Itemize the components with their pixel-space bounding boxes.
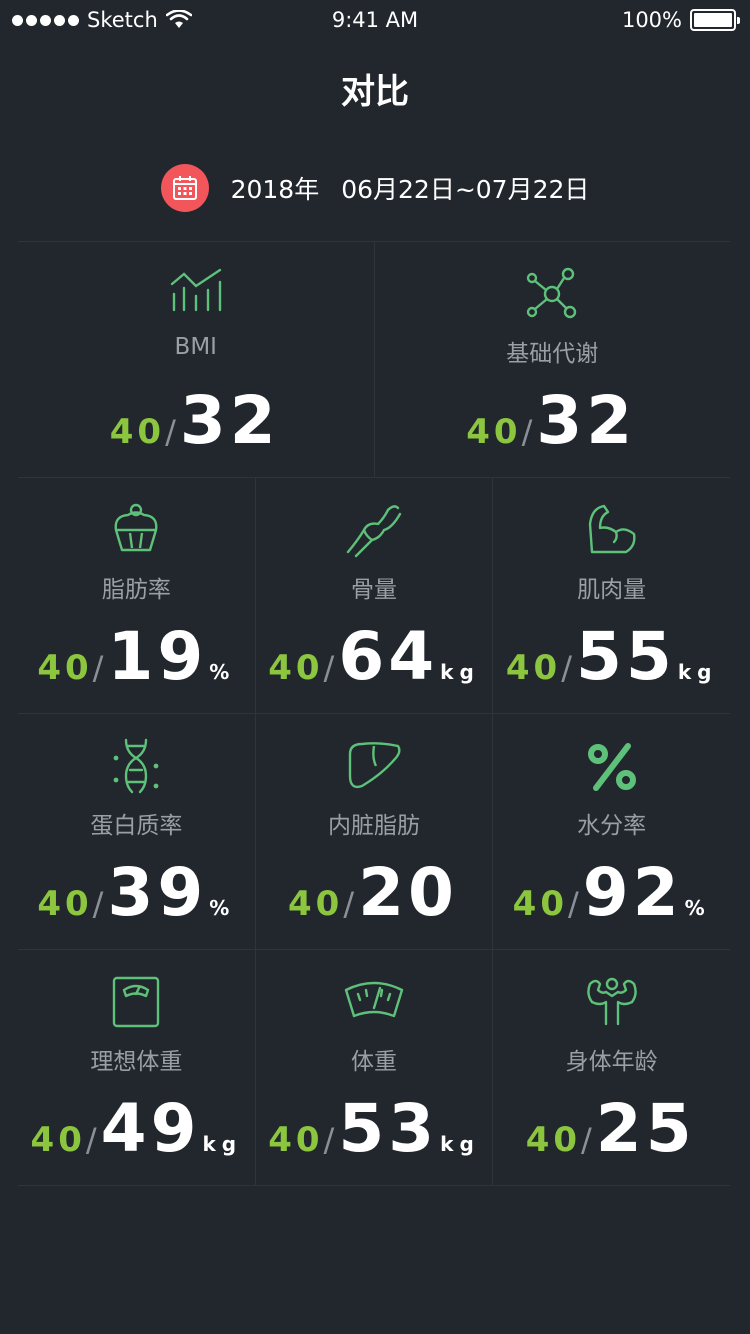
metric-base: 40 bbox=[30, 1120, 86, 1160]
metric-card-bone-mass[interactable]: 骨量 40/64 kg bbox=[256, 478, 494, 713]
bodybuilder-icon bbox=[586, 977, 637, 1026]
slash: / bbox=[92, 649, 104, 687]
metric-main: 92 bbox=[582, 854, 683, 931]
date-text: 2018年 06月22日~07月22日 bbox=[231, 170, 590, 206]
metric-base: 40 bbox=[505, 648, 562, 688]
slash: / bbox=[581, 1121, 592, 1159]
metric-label: 内脏脂肪 bbox=[328, 813, 420, 839]
metric-card-bmr[interactable]: 基础代谢 40/32 bbox=[375, 242, 731, 477]
metric-value: 40/64 kg bbox=[256, 618, 493, 695]
metric-main: 32 bbox=[536, 382, 637, 459]
date-range-row[interactable]: 2018年 06月22日~07月22日 bbox=[0, 164, 750, 212]
slash: / bbox=[521, 413, 533, 451]
metric-unit: % bbox=[209, 660, 236, 684]
page-title: 对比 bbox=[341, 72, 409, 112]
slash: / bbox=[323, 649, 335, 687]
metric-label: BMI bbox=[174, 334, 217, 360]
metric-card-weight[interactable]: 体重 40/53 kg bbox=[256, 950, 494, 1185]
metric-label: 肌肉量 bbox=[577, 577, 647, 603]
metric-base: 40 bbox=[37, 884, 93, 924]
metric-card-body-age[interactable]: 身体年龄 40/25 bbox=[493, 950, 730, 1185]
metric-base: 40 bbox=[288, 884, 344, 924]
battery-label: 100% bbox=[621, 8, 682, 32]
metric-label: 身体年龄 bbox=[565, 1049, 658, 1075]
metric-main: 64 bbox=[338, 618, 439, 695]
slash: / bbox=[568, 885, 579, 923]
battery-icon bbox=[690, 9, 740, 31]
metric-label: 理想体重 bbox=[90, 1049, 183, 1075]
metric-card-fat-rate[interactable]: 脂肪率 40/19% bbox=[18, 478, 256, 713]
metric-label: 骨量 bbox=[351, 577, 397, 603]
cupcake-icon bbox=[114, 503, 158, 552]
metric-base: 40 bbox=[512, 884, 568, 924]
metrics-row: BMI 40/32 基础代谢 40/32 bbox=[18, 242, 730, 478]
metric-card-ideal-weight[interactable]: 理想体重 40/49 kg bbox=[18, 950, 256, 1185]
slash: / bbox=[561, 649, 572, 687]
percent-icon bbox=[587, 743, 636, 791]
metric-card-muscle-mass[interactable]: 肌肉量 40/55 kg bbox=[493, 478, 730, 713]
metric-base: 40 bbox=[268, 1120, 324, 1160]
metric-main: 20 bbox=[358, 854, 458, 931]
metric-main: 25 bbox=[595, 1090, 696, 1167]
date-range: 06月22日~07月22日 bbox=[341, 175, 590, 204]
dna-icon bbox=[113, 738, 159, 794]
chart-icon bbox=[170, 268, 221, 312]
metric-label: 脂肪率 bbox=[101, 577, 171, 603]
metric-unit: kg bbox=[440, 1132, 480, 1156]
metric-label: 基础代谢 bbox=[506, 341, 599, 367]
metric-value: 40/92% bbox=[493, 854, 730, 931]
gauge-icon bbox=[344, 981, 404, 1018]
metrics-row: 脂肪率 40/19% 骨量 40/64 kg 肌肉量 40 / 55 kg bbox=[18, 478, 730, 714]
metric-value: 40/20 bbox=[256, 854, 493, 931]
muscle-icon bbox=[588, 504, 636, 554]
metric-label: 水分率 bbox=[577, 813, 647, 839]
bone-icon bbox=[346, 505, 402, 558]
metric-unit: kg bbox=[202, 1132, 243, 1156]
metric-unit: kg bbox=[440, 660, 480, 684]
liver-icon bbox=[348, 742, 401, 789]
metric-main: 19 bbox=[107, 618, 208, 695]
metric-main: 49 bbox=[100, 1090, 201, 1167]
metric-value: 40/53 kg bbox=[256, 1090, 493, 1167]
metric-base: 40 bbox=[268, 648, 324, 688]
slash: / bbox=[85, 1121, 97, 1159]
molecule-icon bbox=[527, 267, 577, 319]
status-bar: Sketch 9:41 AM 100% bbox=[0, 0, 750, 40]
slash: / bbox=[343, 885, 355, 923]
slash: / bbox=[92, 885, 104, 923]
metric-main: 55 bbox=[575, 618, 676, 695]
metric-value: 40/32 bbox=[375, 382, 731, 459]
date-year: 2018年 bbox=[230, 175, 320, 204]
metric-base: 40 bbox=[466, 412, 522, 452]
metrics-grid: BMI 40/32 基础代谢 40/32 脂肪率 40 / 19 % 骨量 40… bbox=[18, 241, 730, 1186]
metric-card-water-rate[interactable]: 水分率 40/92% bbox=[493, 714, 730, 949]
metric-unit: % bbox=[684, 896, 711, 920]
metric-unit: kg bbox=[677, 660, 718, 684]
metric-main: 53 bbox=[338, 1090, 439, 1167]
metric-value: 40/19% bbox=[18, 618, 255, 695]
scale-icon bbox=[113, 976, 160, 1028]
slash: / bbox=[323, 1121, 335, 1159]
calendar-icon[interactable] bbox=[160, 164, 209, 212]
metrics-row: 蛋白质率 40/39% 内脏脂肪 40/20 水分率 40 / 92 % bbox=[18, 714, 730, 950]
metric-card-visceral-fat[interactable]: 内脏脂肪 40/20 bbox=[256, 714, 494, 949]
metric-card-protein-rate[interactable]: 蛋白质率 40/39% bbox=[18, 714, 256, 949]
metric-card-bmi[interactable]: BMI 40/32 bbox=[18, 242, 375, 477]
metrics-row: 理想体重 40/49 kg 体重 40/53 kg 身体年龄 40 / 25 bbox=[18, 950, 730, 1186]
slash: / bbox=[165, 413, 176, 451]
metric-main: 39 bbox=[107, 854, 208, 931]
metric-label: 蛋白质率 bbox=[90, 813, 183, 839]
metric-base: 40 bbox=[525, 1120, 582, 1160]
metric-base: 40 bbox=[109, 412, 166, 452]
metric-label: 体重 bbox=[351, 1049, 397, 1075]
metric-value: 40/25 bbox=[493, 1090, 730, 1167]
status-right: 100% bbox=[621, 8, 740, 32]
metric-base: 40 bbox=[37, 648, 93, 688]
metric-main: 32 bbox=[179, 382, 280, 459]
metric-value: 40/32 bbox=[18, 382, 374, 459]
metric-value: 40/55 kg bbox=[493, 618, 730, 695]
metric-value: 40/39% bbox=[18, 854, 255, 931]
metric-unit: % bbox=[209, 896, 236, 920]
metric-value: 40/49 kg bbox=[18, 1090, 255, 1167]
